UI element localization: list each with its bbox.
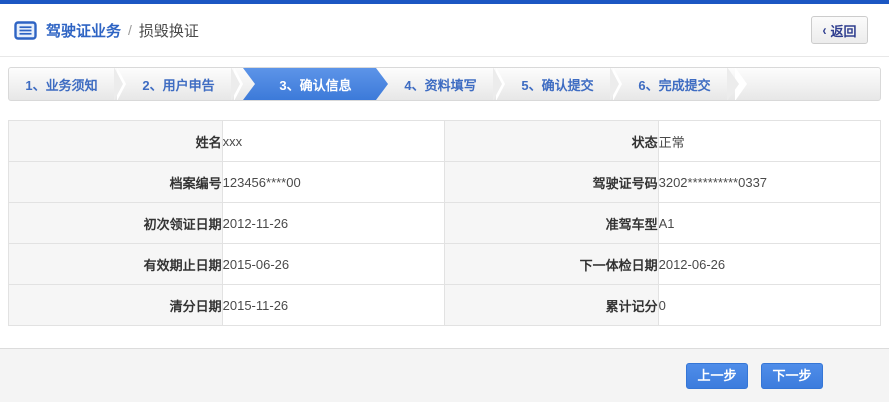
- field-value: 2015-06-26: [221, 243, 445, 285]
- step-5-confirm-submit: 5、确认提交: [505, 68, 610, 100]
- field-label: 下一体检日期: [443, 243, 659, 285]
- field-value: 123456****00: [221, 161, 445, 203]
- back-button-label: 返回: [830, 23, 857, 39]
- field-value: xxx: [221, 120, 445, 162]
- field-value: 2012-11-26: [221, 202, 445, 244]
- header: 驾驶证业务 / 损毁换证 ‹ 返回: [0, 4, 889, 57]
- back-button[interactable]: ‹ 返回: [811, 16, 868, 44]
- step-separator: [231, 68, 243, 100]
- field-label: 有效期止日期: [8, 243, 223, 285]
- field-label: 准驾车型: [443, 202, 659, 244]
- license-info-section: 姓名 xxx 状态 正常 档案编号 123456****00 驾驶证号码 320…: [8, 120, 882, 326]
- field-value: 正常: [657, 120, 882, 162]
- field-label: 档案编号: [8, 161, 223, 203]
- field-label: 驾驶证号码: [443, 161, 659, 203]
- field-value: 2012-06-26: [657, 243, 882, 285]
- license-info-table: 姓名 xxx 状态 正常 档案编号 123456****00 驾驶证号码 320…: [8, 120, 882, 326]
- table-row: 有效期止日期 2015-06-26 下一体检日期 2012-06-26: [8, 243, 882, 285]
- footer-divider: 上一步 下一步: [0, 348, 889, 402]
- step-separator: [493, 68, 505, 100]
- field-value: 0: [657, 284, 882, 326]
- breadcrumb-current: 损毁换证: [138, 22, 199, 40]
- step-label: 3、确认信息: [279, 77, 352, 93]
- step-separator: [610, 68, 622, 100]
- table-row: 初次领证日期 2012-11-26 准驾车型 A1: [8, 202, 882, 244]
- table-row: 档案编号 123456****00 驾驶证号码 3202**********03…: [8, 161, 882, 203]
- field-label: 状态: [443, 120, 659, 162]
- table-row: 清分日期 2015-11-26 累计记分 0: [8, 284, 882, 326]
- step-1-business-notice: 1、业务须知: [9, 68, 114, 100]
- next-step-button[interactable]: 下一步: [761, 362, 823, 389]
- breadcrumb-separator: /: [128, 22, 132, 38]
- chevron-left-icon: ‹: [822, 21, 827, 39]
- step-progress-bar: 1、业务须知 2、用户申告 3、确认信息 4、资料填写 5、确认提交 6、完成提…: [8, 67, 881, 101]
- field-label: 初次领证日期: [8, 202, 223, 244]
- step-3-confirm-info-active: 3、确认信息: [243, 68, 388, 100]
- step-label: 5、确认提交: [521, 77, 594, 93]
- footer: 上一步 下一步: [0, 349, 889, 402]
- step-label: 4、资料填写: [404, 77, 477, 93]
- step-6-complete-submit: 6、完成提交: [622, 68, 727, 100]
- field-label: 姓名: [8, 120, 223, 162]
- breadcrumb: 驾驶证业务 / 损毁换证: [14, 20, 199, 41]
- prev-step-button[interactable]: 上一步: [686, 362, 748, 389]
- step-separator: [114, 68, 126, 100]
- breadcrumb-business[interactable]: 驾驶证业务: [46, 20, 121, 41]
- step-4-fill-materials: 4、资料填写: [388, 68, 493, 100]
- step-separator-final: [727, 68, 751, 100]
- step-label: 1、业务须知: [25, 77, 98, 93]
- field-label: 累计记分: [443, 284, 659, 326]
- step-label: 2、用户申告: [142, 77, 215, 93]
- license-list-icon: [14, 20, 37, 40]
- step-2-user-declaration: 2、用户申告: [126, 68, 231, 100]
- field-value: A1: [657, 202, 882, 244]
- step-bar-filler: [751, 68, 880, 100]
- step-label: 6、完成提交: [638, 77, 711, 93]
- field-label: 清分日期: [8, 284, 223, 326]
- field-value: 2015-11-26: [221, 284, 445, 326]
- table-row: 姓名 xxx 状态 正常: [8, 120, 882, 162]
- field-value: 3202**********0337: [657, 161, 882, 203]
